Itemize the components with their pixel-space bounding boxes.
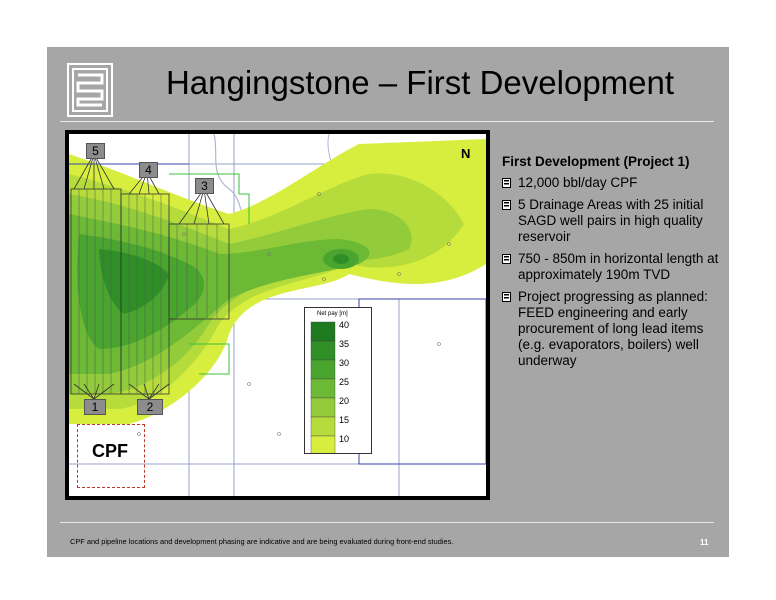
drainage-area-label: 3 bbox=[195, 178, 214, 194]
title-divider bbox=[60, 121, 714, 122]
legend-value: 10 bbox=[339, 434, 350, 444]
bullet-item: 5 Drainage Areas with 25 initial SAGD we… bbox=[502, 197, 724, 245]
north-arrow-icon: N bbox=[461, 146, 471, 161]
legend-value: 40 bbox=[339, 320, 350, 330]
drainage-area-label: 2 bbox=[137, 399, 163, 415]
footer-note: CPF and pipeline locations and developme… bbox=[70, 537, 454, 546]
content-heading: First Development (Project 1) bbox=[502, 154, 690, 169]
legend-value: 30 bbox=[339, 358, 350, 368]
content-panel: First Development (Project 1) 12,000 bbl… bbox=[502, 154, 724, 375]
legend-swatch bbox=[310, 378, 336, 399]
bullet-text: 5 Drainage Areas with 25 initial SAGD we… bbox=[518, 197, 704, 244]
legend-value: 35 bbox=[339, 339, 350, 349]
footer-divider bbox=[60, 522, 714, 523]
legend-value: 25 bbox=[339, 377, 350, 387]
bullet-icon bbox=[502, 200, 511, 210]
legend-swatch bbox=[310, 340, 336, 361]
reservoir-map: N 5 4 3 1 2 CPF Net pay [m] 40 35 30 25 20 15… bbox=[69, 134, 486, 496]
bullet-text: 12,000 bbl/day CPF bbox=[518, 175, 638, 190]
legend-swatch bbox=[310, 435, 336, 453]
legend-swatch bbox=[310, 397, 336, 418]
bullet-icon bbox=[502, 292, 511, 302]
slide-title: Hangingstone – First Development bbox=[165, 64, 675, 101]
company-logo-icon bbox=[67, 63, 113, 117]
page-number: 11 bbox=[700, 538, 709, 547]
bullet-text: 750 - 850m in horizontal length at appro… bbox=[518, 251, 719, 282]
bullet-item: 750 - 850m in horizontal length at appro… bbox=[502, 251, 724, 283]
bullet-text: Project progressing as planned: FEED eng… bbox=[518, 289, 708, 368]
bullet-icon bbox=[502, 178, 511, 188]
cpf-label: CPF bbox=[92, 441, 128, 461]
legend-swatch bbox=[310, 359, 336, 380]
legend-swatch bbox=[310, 321, 336, 342]
legend-value: 20 bbox=[339, 396, 350, 406]
bullet-item: Project progressing as planned: FEED eng… bbox=[502, 289, 724, 369]
bullet-icon bbox=[502, 254, 511, 264]
bullet-item: 12,000 bbl/day CPF bbox=[502, 175, 724, 191]
drainage-area-label: 1 bbox=[84, 399, 106, 415]
legend-color-scale bbox=[310, 321, 336, 453]
net-pay-legend: Net pay [m] 40 35 30 25 20 15 10 bbox=[304, 307, 372, 454]
legend-swatch bbox=[310, 416, 336, 437]
drainage-area-label: 4 bbox=[139, 162, 158, 178]
legend-value: 15 bbox=[339, 415, 350, 425]
drainage-area-label: 5 bbox=[86, 143, 105, 159]
